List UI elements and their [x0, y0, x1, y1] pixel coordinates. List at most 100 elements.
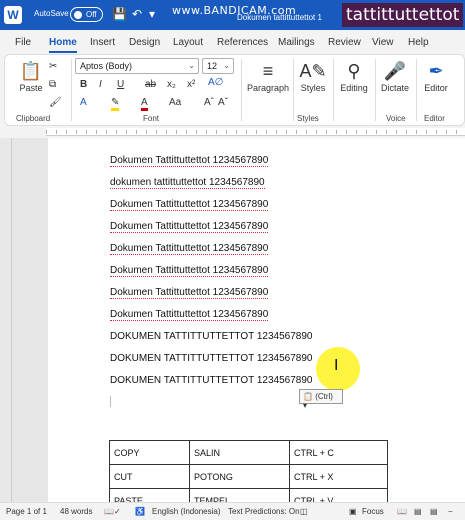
table-cell[interactable]: CTRL + X: [289, 464, 388, 489]
accessibility-icon[interactable]: ♿: [135, 507, 145, 516]
document-line[interactable]: Dokumen Tattittuttettot 1234567890: [110, 221, 269, 233]
document-line[interactable]: Dokumen Tattittuttettot 1234567890: [110, 309, 269, 321]
table-cell[interactable]: POTONG: [189, 464, 290, 489]
document-line[interactable]: Dokumen Tattittuttettot 1234567890: [110, 265, 269, 277]
separator: [375, 59, 376, 121]
undo-icon[interactable]: ↶: [132, 7, 142, 21]
subscript-icon[interactable]: x₂: [167, 79, 176, 90]
horizontal-ruler[interactable]: [46, 128, 465, 136]
superscript-icon[interactable]: x²: [187, 79, 195, 90]
strikethrough-icon[interactable]: ab: [145, 79, 156, 90]
active-tab-indicator: [49, 51, 77, 53]
paste-options-button[interactable]: 📋 (Ctrl) ▾: [299, 389, 343, 410]
zoom-out-icon[interactable]: −: [448, 507, 453, 516]
proofing-icon[interactable]: 📖✓: [104, 507, 121, 516]
styles-label: Styles: [300, 83, 326, 93]
italic-icon[interactable]: I: [99, 79, 102, 90]
bold-icon[interactable]: B: [80, 79, 87, 90]
print-layout-icon[interactable]: ▤: [414, 507, 422, 516]
autosave-state: Off: [86, 10, 97, 19]
save-icon[interactable]: 💾: [112, 7, 127, 21]
tab-review[interactable]: Review: [328, 37, 361, 48]
microphone-icon: 🎤: [383, 61, 407, 81]
cut-icon[interactable]: ✂: [49, 61, 57, 72]
document-line[interactable]: Dokumen Tattittuttettot 1234567890: [110, 287, 269, 299]
grow-font-icon[interactable]: Aˆ: [204, 97, 214, 108]
word-count[interactable]: 48 words: [60, 507, 92, 516]
shortcut-table[interactable]: COPY SALIN CTRL + C CUT POTONG CTRL + X …: [109, 440, 388, 502]
ribbon: 📋 Paste ✂ ⧉ 🖌 Clipboard Aptos (Body) ⌄ 1…: [4, 54, 465, 126]
tab-mailings[interactable]: Mailings: [278, 37, 315, 48]
tab-insert[interactable]: Insert: [90, 37, 115, 48]
display-settings-icon[interactable]: ◫: [300, 507, 308, 516]
change-case-icon[interactable]: Aa: [169, 97, 181, 108]
document-page[interactable]: Dokumen Tattittuttettot 1234567890 dokum…: [48, 138, 465, 502]
document-line[interactable]: Dokumen Tattittuttettot 1234567890: [110, 199, 269, 211]
word-logo: W: [4, 6, 22, 24]
format-painter-icon[interactable]: 🖌: [49, 97, 62, 108]
paste-options-label: (Ctrl): [315, 392, 333, 401]
document-title[interactable]: Dokumen tattittuttettot 1: [237, 13, 322, 22]
editor-label: Editor: [424, 83, 448, 93]
cursor-highlight: I: [316, 347, 360, 391]
ruler-ticks: [46, 130, 465, 134]
document-line[interactable]: Dokumen Tattittuttettot 1234567890: [110, 155, 269, 167]
clear-formatting-icon[interactable]: A∅: [208, 77, 223, 88]
focus-label[interactable]: Focus: [362, 507, 384, 516]
editing-button[interactable]: ⚲ Editing: [337, 59, 371, 93]
chevron-down-icon: ⌄: [223, 61, 230, 70]
table-cell[interactable]: TEMPEL: [189, 488, 290, 502]
table-cell[interactable]: CTRL + V: [289, 488, 388, 502]
search-icon: ⚲: [347, 61, 361, 81]
overlay-caption: tattittuttettot: [342, 3, 464, 27]
clipboard-group-label: Clipboard: [16, 114, 51, 123]
voice-group-label: Voice: [386, 114, 406, 123]
font-color-icon[interactable]: A: [141, 97, 148, 111]
styles-group-label: Styles: [297, 114, 319, 123]
tab-help[interactable]: Help: [408, 37, 429, 48]
dictate-button[interactable]: 🎤 Dictate: [378, 59, 412, 93]
paragraph-button[interactable]: ≡ Paragraph: [246, 59, 290, 93]
page-count[interactable]: Page 1 of 1: [6, 507, 47, 516]
editor-button[interactable]: ✒ Editor: [419, 59, 453, 93]
shrink-font-icon[interactable]: Aˇ: [218, 97, 228, 108]
font-name-dropdown[interactable]: Aptos (Body) ⌄: [75, 58, 199, 74]
document-line[interactable]: DOKUMEN TATTITTUTTETTOT 1234567890: [110, 353, 312, 364]
table-cell[interactable]: COPY: [109, 440, 190, 465]
document-line[interactable]: Dokumen Tattittuttettot 1234567890: [110, 243, 269, 255]
text-predictions[interactable]: Text Predictions: On: [228, 507, 300, 516]
undo-dropdown-icon[interactable]: ▾: [149, 7, 155, 21]
document-line[interactable]: DOKUMEN TATTITTUTTETTOT 1234567890: [110, 331, 312, 342]
language[interactable]: English (Indonesia): [152, 507, 220, 516]
vertical-ruler[interactable]: [0, 138, 12, 502]
styles-button[interactable]: A✎ Styles: [297, 59, 329, 93]
table-cell[interactable]: PASTE: [109, 488, 190, 502]
clipboard-icon: 📋: [303, 392, 313, 401]
focus-icon[interactable]: ▣: [349, 507, 357, 516]
status-bar: Page 1 of 1 48 words 📖✓ ♿ English (Indon…: [0, 502, 465, 520]
text-effects-icon[interactable]: A: [80, 97, 87, 108]
table-cell[interactable]: CUT: [109, 464, 190, 489]
editing-label: Editing: [340, 83, 368, 93]
tab-home[interactable]: Home: [49, 37, 77, 48]
separator: [71, 59, 72, 121]
paste-button[interactable]: 📋 Paste: [15, 59, 47, 93]
tab-references[interactable]: References: [217, 37, 268, 48]
document-line[interactable]: dokumen tattittuttettot 1234567890: [110, 177, 265, 189]
table-cell[interactable]: SALIN: [189, 440, 290, 465]
tab-view[interactable]: View: [372, 37, 394, 48]
tab-layout[interactable]: Layout: [173, 37, 203, 48]
copy-icon[interactable]: ⧉: [49, 79, 56, 90]
web-layout-icon[interactable]: ▤: [430, 507, 438, 516]
underline-icon[interactable]: U: [117, 79, 124, 90]
document-line[interactable]: DOKUMEN TATTITTUTTETTOT 1234567890: [110, 375, 312, 386]
font-size-dropdown[interactable]: 12 ⌄: [202, 58, 234, 74]
text-caret: [110, 396, 111, 407]
ibeam-cursor-icon: I: [334, 357, 339, 374]
highlight-icon[interactable]: ✎: [111, 97, 120, 111]
tab-file[interactable]: File: [15, 37, 31, 48]
table-cell[interactable]: CTRL + C: [289, 440, 388, 465]
autosave-toggle[interactable]: Off: [70, 7, 103, 22]
read-mode-icon[interactable]: 📖: [397, 507, 407, 516]
tab-design[interactable]: Design: [129, 37, 160, 48]
